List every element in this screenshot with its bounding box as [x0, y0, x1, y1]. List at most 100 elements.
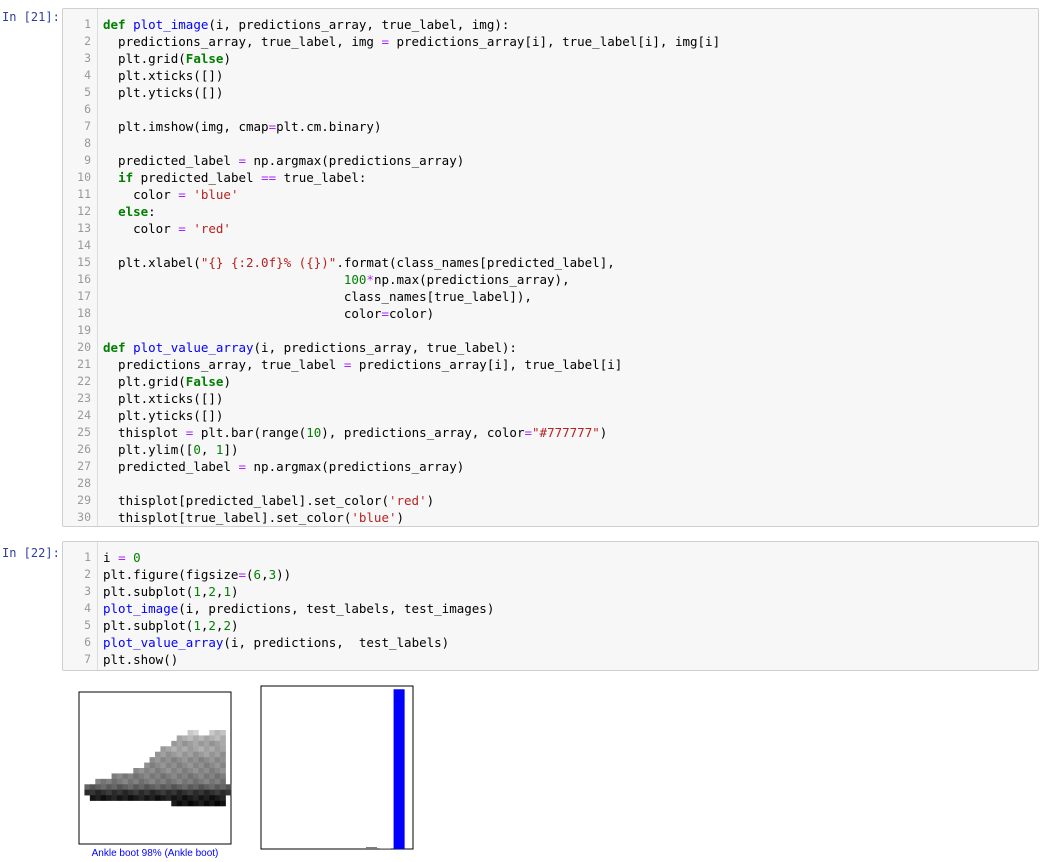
code-line[interactable]: 13 color = 'red' [63, 220, 1038, 237]
image-pixel [193, 757, 199, 763]
image-pixel [198, 762, 205, 769]
code-line[interactable]: 4 plot_image(i, predictions, test_labels,… [63, 600, 1038, 617]
image-pixel [138, 784, 145, 791]
image-pixel [209, 740, 216, 747]
image-pixel [155, 768, 161, 774]
code-line[interactable]: 2 plt.figure(figsize=(6,3)) [63, 566, 1038, 583]
code-line[interactable]: 19 [63, 322, 1038, 339]
code-text: thisplot[true_label].set_color('blue') [103, 510, 405, 525]
image-pixel [182, 778, 188, 785]
code-line[interactable]: 5 plt.subplot(1,2,2) [63, 617, 1038, 634]
image-pixel [203, 784, 210, 791]
image-pixel [220, 735, 226, 742]
code-line[interactable]: 27 predicted_label = np.argmax(predictio… [63, 458, 1038, 475]
code-text: plt.yticks([]) [103, 408, 224, 423]
image-pixel [138, 773, 145, 780]
code-line[interactable]: 8 [63, 135, 1038, 152]
code-line[interactable]: 20 def plot_value_array(i, predictions_ar… [63, 339, 1038, 356]
code-line[interactable]: 29 thisplot[predicted_label].set_color('… [63, 492, 1038, 509]
image-pixel [182, 751, 188, 758]
code-line[interactable]: 25 thisplot = plt.bar(range(10), predict… [63, 424, 1038, 441]
image-pixel [122, 773, 129, 780]
code-line[interactable]: 18 color=color) [63, 305, 1038, 322]
code-line[interactable]: 21 predictions_array, true_label = predi… [63, 356, 1038, 373]
line-number: 2 [84, 34, 91, 48]
image-pixel [155, 789, 161, 796]
code-line[interactable]: 15 plt.xlabel("{} {:2.0f}% ({})".format(… [63, 254, 1038, 271]
image-pixel [193, 762, 199, 769]
image-pixel [117, 789, 123, 796]
image-pixel [117, 795, 123, 801]
line-number: 11 [77, 187, 91, 201]
image-pixel [176, 778, 183, 785]
image-pixel [187, 762, 194, 769]
line-number: 1 [84, 550, 91, 564]
image-pixel [149, 768, 156, 774]
bar-chart-frame [260, 685, 414, 850]
code-line[interactable]: 22 plt.grid(False) [63, 373, 1038, 390]
line-number: 12 [77, 204, 91, 218]
image-pixel [89, 784, 96, 791]
image-pixel [165, 762, 172, 769]
code-text: thisplot[predicted_label].set_color('red… [103, 493, 435, 508]
code-line[interactable]: 3 plt.subplot(1,2,1) [63, 583, 1038, 600]
image-pixel [214, 795, 221, 801]
image-pixel [220, 784, 226, 791]
image-pixel [100, 789, 107, 796]
code-line[interactable]: 1 def plot_image(i, predictions_array, tr… [63, 16, 1038, 33]
image-pixel [176, 784, 183, 791]
line-number: 15 [77, 255, 91, 269]
image-pixel [198, 746, 205, 753]
code-line[interactable]: 9 predicted_label = np.argmax(prediction… [63, 152, 1038, 169]
code-line[interactable]: 6 [63, 101, 1038, 118]
code-text: plt.xticks([]) [103, 68, 224, 83]
code-line[interactable]: 11 color = 'blue' [63, 186, 1038, 203]
image-pixel [220, 773, 226, 780]
code-line[interactable]: 1 i = 0 [63, 549, 1038, 566]
code-text: plt.subplot(1,2,1) [103, 584, 239, 599]
image-pixel [193, 730, 199, 736]
bar-9 [393, 689, 405, 849]
code-text: plot_image(i, predictions, test_labels, … [103, 601, 495, 616]
image-pixel [176, 751, 183, 758]
code-line[interactable]: 17 class_names[true_label]), [63, 288, 1038, 305]
image-pixel [209, 800, 216, 807]
image-pixel [203, 778, 210, 785]
image-pixel [122, 784, 129, 791]
code-line[interactable]: 14 [63, 237, 1038, 254]
image-pixel [225, 784, 232, 791]
image-pixel [198, 778, 205, 785]
code-line[interactable]: 7 plt.imshow(img, cmap=plt.cm.binary) [63, 118, 1038, 135]
code-line[interactable]: 28 [63, 475, 1038, 492]
code-cell[interactable]: 1 def plot_image(i, predictions_array, tr… [62, 8, 1039, 527]
image-pixel [193, 789, 199, 796]
code-line[interactable]: 12 else: [63, 203, 1038, 220]
image-pixel [220, 740, 226, 747]
code-line[interactable]: 24 plt.yticks([]) [63, 407, 1038, 424]
image-pixel [149, 773, 156, 780]
image-pixel [160, 746, 167, 753]
image-pixel [165, 746, 172, 753]
image-pixel [133, 795, 140, 801]
code-line[interactable]: 26 plt.ylim([0, 1]) [63, 441, 1038, 458]
code-line[interactable]: 5 plt.yticks([]) [63, 84, 1038, 101]
line-number: 20 [77, 340, 91, 354]
image-pixel [182, 757, 188, 763]
code-line[interactable]: 7 plt.show() [63, 651, 1038, 668]
code-line[interactable]: 10 if predicted_label == true_label: [63, 169, 1038, 186]
image-pixel [149, 757, 156, 763]
image-pixel [133, 778, 140, 785]
image-pixel [160, 751, 167, 758]
line-number: 2 [84, 567, 91, 581]
code-line[interactable]: 30 thisplot[true_label].set_color('blue'… [63, 509, 1038, 526]
code-line[interactable]: 16 100*np.max(predictions_array), [63, 271, 1038, 288]
code-line[interactable]: 4 plt.xticks([]) [63, 67, 1038, 84]
image-pixel [187, 757, 194, 763]
code-cell[interactable]: 1 i = 0 2 plt.figure(figsize=(6,3)) 3 plt.sub… [62, 541, 1039, 671]
code-line[interactable]: 3 plt.grid(False) [63, 50, 1038, 67]
code-line[interactable]: 6 plot_value_array(i, predictions, test_l… [63, 634, 1038, 651]
code-line[interactable]: 2 predictions_array, true_label, img = p… [63, 33, 1038, 50]
code-line[interactable]: 23 plt.xticks([]) [63, 390, 1038, 407]
image-pixel [171, 746, 178, 753]
image-pixel [198, 740, 205, 747]
